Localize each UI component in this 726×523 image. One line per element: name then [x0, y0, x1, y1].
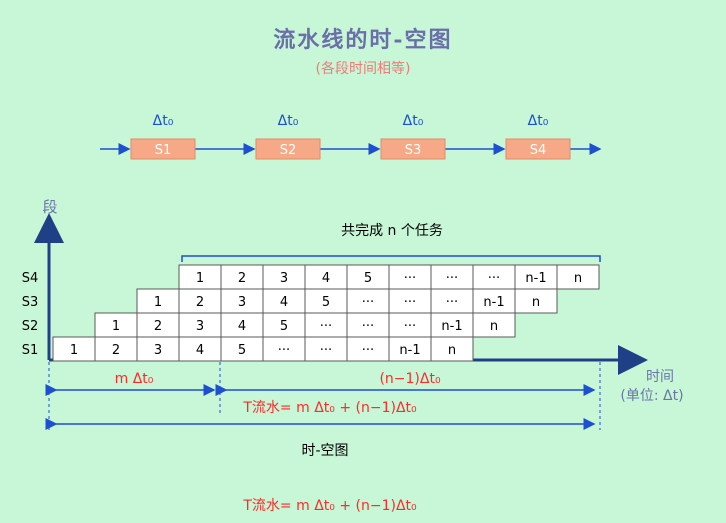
grid-cell-text: ···: [404, 295, 416, 310]
grid-cell-text: 1: [70, 343, 78, 358]
grid-cell-text: n-1: [483, 295, 504, 310]
row-label: S4: [22, 271, 39, 286]
y-axis-label: 段: [42, 198, 57, 216]
grid-cell-text: 4: [280, 295, 288, 310]
row-labels: S4 S3 S2 S1: [22, 271, 39, 358]
formula-mid: T流水= m Δt₀ + (n−1)Δt₀: [242, 400, 417, 416]
grid-cells: 1 2 3 4 5 ··· ··· ··· n-1 n 1 2 3 4 5 ··· ··· ··· n-1 n 1 2 3 4…: [52, 264, 600, 362]
grid-cell-text: 5: [238, 343, 246, 358]
grid-cell-text: ···: [320, 319, 332, 334]
stage-label: S1: [155, 143, 172, 158]
row-label: S1: [22, 343, 39, 358]
delta-label: Δt₀: [153, 113, 174, 129]
grid-cell-text: ···: [362, 343, 374, 358]
grid-cell-text: n-1: [525, 271, 546, 286]
grid-cell-text: 3: [196, 319, 204, 334]
x-axis-label: 时间: [646, 369, 674, 385]
grid-cell-text: 1: [196, 271, 204, 286]
grid-cell-text: 5: [280, 319, 288, 334]
top-brace: [181, 255, 601, 262]
grid-cell-text: 4: [322, 271, 330, 286]
grid-cell-text: n: [490, 319, 498, 334]
grid-cell-text: ···: [404, 271, 416, 286]
stage-label: S2: [280, 143, 297, 158]
right-span-label: (n−1)Δt₀: [379, 371, 441, 387]
grid-cell-text: n-1: [441, 319, 462, 334]
grid-cell-text: 1: [112, 319, 120, 334]
space-time-diagram: S1 Δt₀ S2 Δt₀ S3 Δt₀ S4 Δt₀ 段 时间 (单位: Δt) 共完成 n…: [22, 113, 684, 514]
top-brace-label: 共完成 n 个任务: [341, 223, 443, 239]
stage-label: S4: [530, 143, 547, 158]
delta-label: Δt₀: [278, 113, 299, 129]
grid-cell-text: ···: [446, 295, 458, 310]
grid-cell-text: 5: [322, 295, 330, 310]
grid-cell-text: 2: [112, 343, 120, 358]
pipeline-flow: S1 Δt₀ S2 Δt₀ S3 Δt₀ S4 Δt₀: [100, 113, 602, 160]
grid-cell-text: ···: [488, 271, 500, 286]
stage-label: S3: [405, 143, 422, 158]
grid-cell-text: 3: [238, 295, 246, 310]
grid-cell-text: 1: [154, 295, 162, 310]
grid-cell-text: 2: [238, 271, 246, 286]
grid-cell-text: ···: [404, 319, 416, 334]
diagram-caption: 时-空图: [301, 443, 348, 459]
grid-cell-text: 4: [196, 343, 204, 358]
grid-cell-text: ···: [278, 343, 290, 358]
grid-cell-text: ···: [362, 319, 374, 334]
grid-cell-text: ···: [446, 271, 458, 286]
grid-cell-text: n: [574, 271, 582, 286]
grid-cell-text: n-1: [399, 343, 420, 358]
delta-label: Δt₀: [403, 113, 424, 129]
x-axis-unit: (单位: Δt): [620, 388, 683, 404]
left-span-label: m Δt₀: [115, 371, 154, 387]
grid-cell-text: 3: [280, 271, 288, 286]
delta-label: Δt₀: [528, 113, 549, 129]
grid-cell-text: 4: [238, 319, 246, 334]
formula-bottom: T流水= m Δt₀ + (n−1)Δt₀: [242, 498, 417, 514]
row-label: S2: [22, 319, 39, 334]
grid-cell-text: n: [448, 343, 456, 358]
grid-cell-text: n: [532, 295, 540, 310]
row-label: S3: [22, 295, 39, 310]
grid-cell-text: 5: [364, 271, 372, 286]
grid-cell-text: ···: [362, 295, 374, 310]
grid-cell-text: ···: [320, 343, 332, 358]
grid-cell-text: 2: [154, 319, 162, 334]
grid-cell-text: 2: [196, 295, 204, 310]
grid-cell-text: 3: [154, 343, 162, 358]
